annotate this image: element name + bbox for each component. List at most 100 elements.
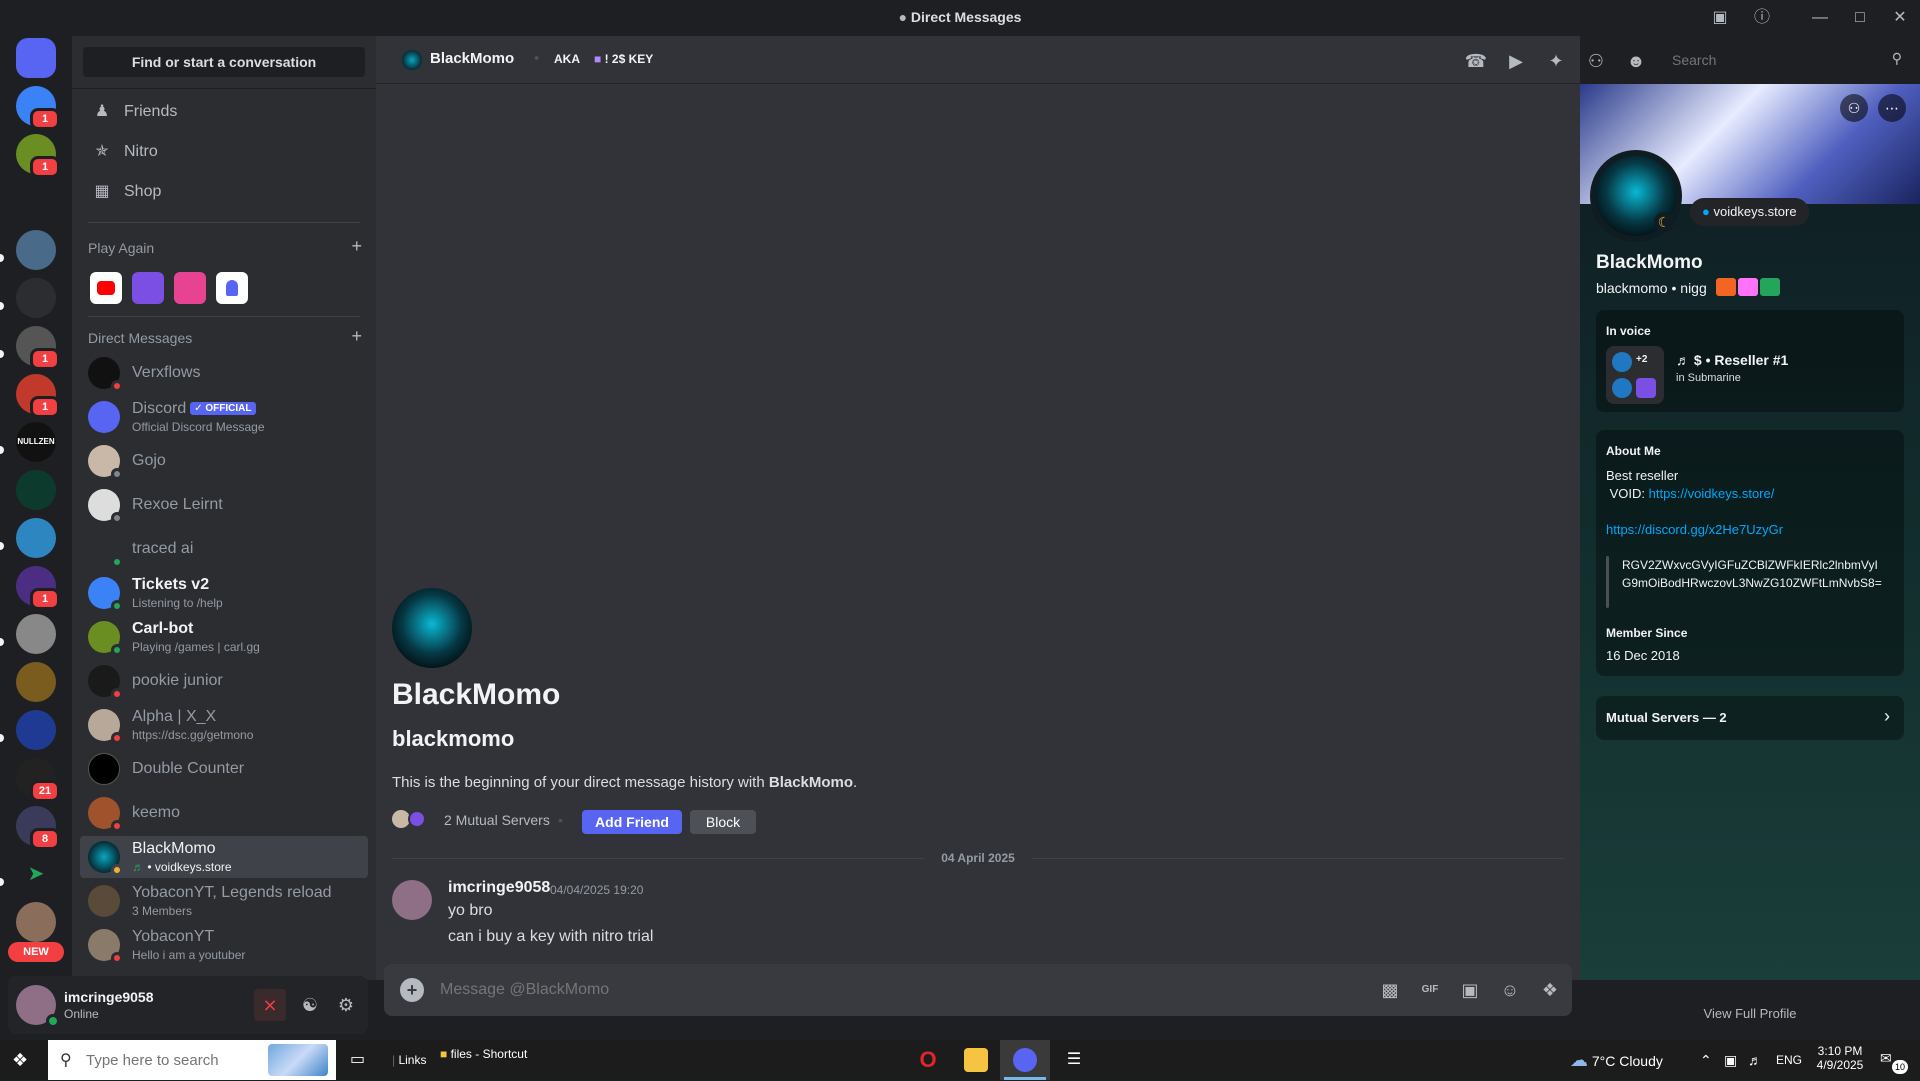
inbox-icon[interactable]: ▣: [1708, 6, 1732, 30]
add-dm-icon[interactable]: +: [351, 326, 362, 347]
new-badge: NEW: [8, 942, 64, 962]
dm-item[interactable]: Rexoe Leirnt: [80, 484, 368, 526]
mutual-servers-row[interactable]: Mutual Servers — 2 ›: [1596, 696, 1904, 740]
task-view-icon[interactable]: ▭: [350, 1040, 374, 1080]
server-11[interactable]: 1: [16, 566, 60, 610]
game-3[interactable]: [174, 272, 206, 304]
server-carl[interactable]: 1: [16, 134, 60, 178]
server-12[interactable]: [16, 614, 56, 654]
gift-icon[interactable]: ▩: [1378, 978, 1402, 1002]
server-18[interactable]: [16, 902, 56, 942]
apps-icon[interactable]: ❖: [1538, 978, 1562, 1002]
voice-channel[interactable]: ♬ $ • Reseller #1: [1676, 352, 1788, 368]
voice-server-icon[interactable]: +2: [1606, 346, 1664, 404]
dm-item[interactable]: traced ai: [80, 528, 368, 570]
gif-icon[interactable]: GIF: [1418, 978, 1442, 1002]
attach-plus-icon[interactable]: +: [400, 978, 424, 1002]
server-15[interactable]: 21: [16, 758, 60, 802]
windows-start-icon[interactable]: ❖: [12, 1040, 36, 1080]
game-2[interactable]: [132, 272, 164, 304]
add-friend-button[interactable]: Add Friend: [582, 810, 682, 834]
help-icon[interactable]: ⓘ: [1750, 6, 1774, 30]
dm-item[interactable]: pookie junior: [80, 660, 368, 702]
dm-item[interactable]: YobaconYT Hello i am a youtuber: [80, 924, 368, 966]
message-author[interactable]: imcringe9058: [448, 879, 550, 897]
nav-shop[interactable]: ▦ Shop: [80, 172, 368, 212]
links-toolbar[interactable]: | Links: [392, 1040, 426, 1080]
server-9[interactable]: [16, 470, 56, 510]
nav-nitro[interactable]: ✯ Nitro: [80, 132, 368, 172]
dm-item[interactable]: Tickets v2 Listening to /help: [80, 572, 368, 614]
minimize-button[interactable]: —: [1808, 6, 1832, 30]
dm-item[interactable]: Discord ✓ OFFICIAL Official Discord Messa…: [80, 396, 368, 438]
server-17[interactable]: ➤: [16, 854, 56, 894]
add-friends-icon[interactable]: ⚇: [1584, 49, 1608, 73]
about-link[interactable]: https://voidkeys.store/: [1649, 486, 1775, 501]
server-nullzen[interactable]: NULLZEN: [16, 422, 56, 462]
server-tickets[interactable]: 1: [16, 86, 60, 130]
message-avatar[interactable]: [392, 880, 432, 920]
avatar: [88, 753, 120, 785]
dm-item[interactable]: Carl-bot Playing /games | carl.gg: [80, 616, 368, 658]
server-4[interactable]: [16, 230, 56, 270]
sticker-icon[interactable]: ▣: [1458, 978, 1482, 1002]
dm-item[interactable]: YobaconYT, Legends reload 3 Members: [80, 880, 368, 922]
server-3[interactable]: [16, 182, 56, 222]
settings-gear-icon[interactable]: ⚙: [330, 989, 362, 1021]
dm-item[interactable]: Verxflows: [80, 352, 368, 394]
server-13[interactable]: [16, 662, 56, 702]
video-icon[interactable]: ▶: [1504, 49, 1528, 73]
discord-taskbar-button[interactable]: [1000, 1040, 1050, 1080]
clock[interactable]: 3:10 PM 4/9/2025: [1810, 1044, 1870, 1072]
volume-icon[interactable]: ♬: [1748, 1040, 1762, 1080]
more-options-icon[interactable]: ⋯: [1878, 94, 1906, 122]
file-explorer-icon[interactable]: [964, 1048, 988, 1072]
taskbar-search[interactable]: ⚲: [48, 1040, 336, 1080]
headset-icon[interactable]: ☯: [294, 989, 326, 1021]
nav-friends[interactable]: ♟ Friends: [80, 92, 368, 132]
server-tag-pill[interactable]: ● voidkeys.store: [1690, 198, 1809, 226]
app-icon[interactable]: ☰: [1062, 1048, 1086, 1072]
maximize-button[interactable]: □: [1848, 6, 1872, 30]
about-invite-link[interactable]: https://discord.gg/x2He7UzyGr: [1606, 522, 1783, 537]
taskbar-search-input[interactable]: [86, 1050, 246, 1070]
opera-icon[interactable]: O: [916, 1048, 940, 1072]
header-name[interactable]: BlackMomo: [430, 50, 514, 67]
network-icon[interactable]: ▣: [1724, 1040, 1737, 1080]
server-10[interactable]: [16, 518, 56, 558]
files-shortcut[interactable]: ■ files - Shortcut: [440, 1034, 527, 1074]
game-youtube[interactable]: [90, 272, 122, 304]
search-box[interactable]: ⚲: [1664, 48, 1908, 72]
view-full-profile-link[interactable]: View Full Profile: [1580, 1006, 1920, 1021]
add-icon[interactable]: +: [351, 236, 362, 257]
mute-mic-icon[interactable]: ⨯: [254, 989, 286, 1021]
language-indicator[interactable]: ENG: [1776, 1040, 1802, 1080]
nitro-badge-icon: [1738, 278, 1758, 296]
server-7[interactable]: 1: [16, 374, 60, 418]
mutual-servers-link[interactable]: 2 Mutual Servers: [444, 812, 550, 828]
dm-item[interactable]: Double Counter: [80, 748, 368, 790]
pin-icon[interactable]: ✦: [1544, 49, 1568, 73]
game-4[interactable]: [216, 272, 248, 304]
message-input[interactable]: [440, 978, 1140, 1002]
search-input[interactable]: [1672, 51, 1872, 69]
tray-chevron-icon[interactable]: ⌃: [1700, 1040, 1712, 1080]
profile-icon[interactable]: ☻: [1624, 49, 1648, 73]
server-5[interactable]: [16, 278, 56, 318]
server-14[interactable]: [16, 710, 56, 750]
dm-item[interactable]: keemo: [80, 792, 368, 834]
find-conversation-button[interactable]: Find or start a conversation: [83, 47, 365, 77]
emoji-icon[interactable]: ☺: [1498, 978, 1522, 1002]
profile-username-row: blackmomo • nigg: [1596, 280, 1707, 296]
call-icon[interactable]: ☎: [1464, 49, 1488, 73]
server-16[interactable]: 8: [16, 806, 60, 850]
home-button[interactable]: [16, 38, 56, 78]
dm-item-active[interactable]: BlackMomo ♬ • voidkeys.store: [80, 836, 368, 878]
server-6[interactable]: 1: [16, 326, 60, 370]
dm-item[interactable]: Gojo: [80, 440, 368, 482]
block-button[interactable]: Block: [690, 810, 756, 834]
add-friend-icon[interactable]: ⚇: [1840, 94, 1868, 122]
dm-item[interactable]: Alpha | X_X https://dsc.gg/getmono: [80, 704, 368, 746]
close-button[interactable]: ✕: [1888, 6, 1912, 30]
weather-widget[interactable]: ☁ 7°C Cloudy: [1570, 1040, 1663, 1080]
